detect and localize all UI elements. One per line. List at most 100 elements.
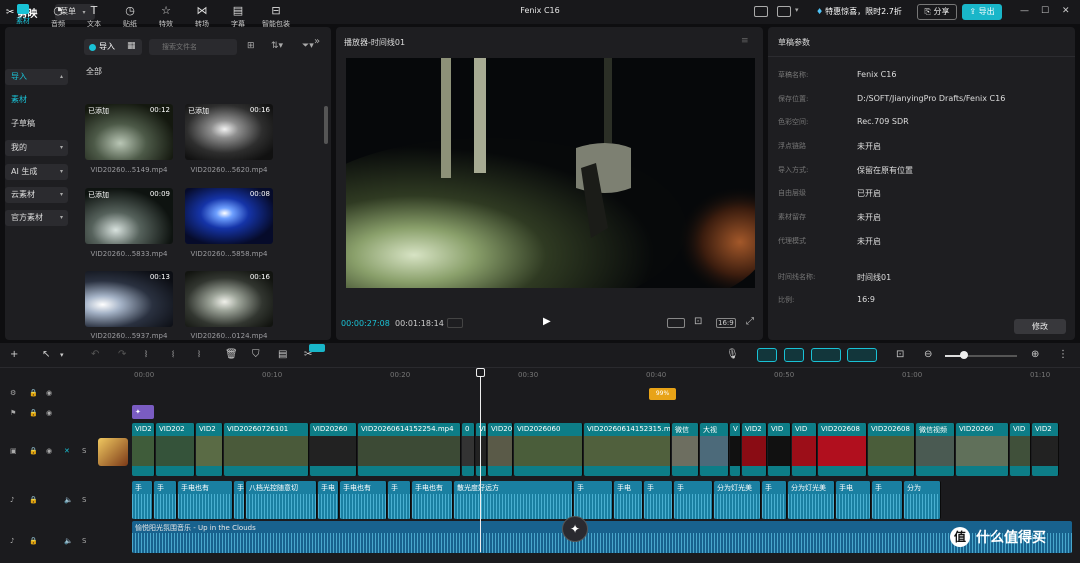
audio-clip[interactable]: 手电也有 xyxy=(340,481,387,519)
audio-clip[interactable]: 手电也有 xyxy=(178,481,233,519)
keyboard-icon[interactable] xyxy=(754,6,768,17)
audio-clip[interactable]: 分为 xyxy=(904,481,941,519)
sidebar-item-official[interactable]: 官方素材 ▾ xyxy=(5,210,68,226)
microphone-icon[interactable]: 🎙 xyxy=(726,349,739,360)
split-left-icon[interactable]: ⧙ xyxy=(172,349,174,360)
audio-clip[interactable]: 手 xyxy=(762,481,787,519)
audio-clip[interactable]: 散光度好远方 xyxy=(454,481,573,519)
video-clip[interactable]: VID2 xyxy=(196,423,223,476)
tab-audio[interactable]: ◔ 音频 xyxy=(40,4,76,29)
undo-icon[interactable]: ↶ xyxy=(91,349,99,360)
audio-clip[interactable]: 手 xyxy=(872,481,903,519)
eye-icon[interactable]: ◉ xyxy=(46,389,52,397)
video-clip[interactable]: VID202608 xyxy=(818,423,867,476)
lock-icon[interactable]: 🔒 xyxy=(29,389,38,397)
media-thumbnail[interactable]: 00:16 xyxy=(185,271,273,327)
video-clip[interactable]: V xyxy=(730,423,741,476)
audio-clip[interactable]: 手 xyxy=(674,481,713,519)
lock-icon[interactable]: 🔒 xyxy=(29,537,38,545)
audio-clip[interactable]: 手电 xyxy=(614,481,643,519)
tab-transition[interactable]: ⋈ 转场 xyxy=(184,4,220,29)
lock-icon[interactable]: 🔒 xyxy=(29,447,38,455)
lock-icon[interactable]: 🔒 xyxy=(29,496,38,504)
magnet-snap-icon[interactable] xyxy=(757,348,777,362)
select-tool-icon[interactable]: ↖ xyxy=(42,349,50,360)
sidebar-item-material[interactable]: 素材 xyxy=(5,92,68,108)
menu-lines-icon[interactable]: ≡ xyxy=(741,36,749,46)
linkage-icon[interactable] xyxy=(784,348,804,362)
search-input[interactable] xyxy=(149,39,237,55)
tab-sticker[interactable]: ◷ 贴纸 xyxy=(112,4,148,29)
video-clip[interactable]: 大视 xyxy=(700,423,729,476)
aspect-ratio-button[interactable]: 16:9 xyxy=(716,318,736,328)
audio-clip[interactable]: 手 xyxy=(644,481,673,519)
video-clip[interactable]: VID202608 xyxy=(868,423,915,476)
audio-clip[interactable]: 手 xyxy=(132,481,153,519)
sidebar-item-cloud[interactable]: 云素材 ▾ xyxy=(5,187,68,203)
sort-icon[interactable]: ⇅▾ xyxy=(271,41,283,51)
delete-icon[interactable]: 🗑 xyxy=(225,349,238,360)
capture-icon[interactable]: ⊡ xyxy=(694,316,702,327)
audio-clip[interactable]: 手 xyxy=(234,481,245,519)
solo-icon[interactable]: S xyxy=(82,447,86,455)
preview-axis-icon[interactable] xyxy=(811,348,841,362)
view-mode-icon[interactable]: ⊞ xyxy=(247,41,255,51)
promo-banner[interactable]: ♦ 特惠惊喜，限时2.7折 xyxy=(816,6,902,17)
minimize-icon[interactable]: — xyxy=(1020,6,1029,16)
sidebar-item-mine[interactable]: 我的 ▾ xyxy=(5,140,68,156)
video-preview[interactable] xyxy=(346,58,755,288)
volume-icon[interactable]: 🔈 xyxy=(64,537,73,545)
maximize-icon[interactable]: ☐ xyxy=(1041,6,1049,16)
speech-icon[interactable]: ⊡ xyxy=(896,349,904,360)
audio-clip[interactable]: 手电 xyxy=(318,481,339,519)
sticker-clip[interactable]: ✦ xyxy=(132,405,154,419)
tab-media[interactable]: 素材 xyxy=(5,4,41,26)
grid-view-icon[interactable]: ▦ xyxy=(127,41,136,51)
video-clip[interactable]: VID20 xyxy=(488,423,513,476)
share-button[interactable]: ⎘ 分享 xyxy=(917,4,957,20)
proxy-icon[interactable] xyxy=(667,318,685,328)
export-button[interactable]: ⇪ 导出 xyxy=(962,4,1002,20)
chevron-down-icon[interactable]: ▾ xyxy=(795,6,799,14)
media-thumbnail[interactable]: 已添加 00:16 xyxy=(185,104,273,160)
media-thumbnail[interactable]: 已添加 00:12 xyxy=(85,104,173,160)
video-clip[interactable]: VID xyxy=(792,423,817,476)
modify-button[interactable]: 修改 xyxy=(1014,319,1066,334)
caption-icon[interactable]: ▤ xyxy=(278,349,287,360)
video-clip[interactable]: VID2 xyxy=(1032,423,1059,476)
redo-icon[interactable]: ↷ xyxy=(118,349,126,360)
playhead-handle[interactable] xyxy=(476,368,485,377)
fullscreen-icon[interactable]: ⤢ xyxy=(746,316,754,327)
tab-smart-pack[interactable]: ⊟ 智能包装 xyxy=(256,4,296,29)
split-right-icon[interactable]: ⧘ xyxy=(198,349,200,360)
playhead[interactable] xyxy=(480,372,481,552)
audio-clip[interactable]: 分为灯光美 xyxy=(714,481,761,519)
audio-clip[interactable]: 手电也有 xyxy=(412,481,453,519)
audio-clip[interactable]: 手 xyxy=(388,481,411,519)
video-clip[interactable]: VID xyxy=(768,423,791,476)
more-options-icon[interactable]: ⋮ xyxy=(1058,349,1068,360)
video-clip[interactable]: VID xyxy=(1010,423,1031,476)
close-icon[interactable]: ✕ xyxy=(1062,6,1070,16)
audio-clip[interactable]: 手 xyxy=(574,481,613,519)
video-clip[interactable]: VID20260726101 xyxy=(224,423,309,476)
video-clip[interactable]: VID202 xyxy=(156,423,195,476)
video-clip[interactable]: VID20260 xyxy=(310,423,357,476)
filter-icon[interactable]: ⏷▾ xyxy=(302,41,314,51)
sidebar-item-subdraft[interactable]: 子草稿 xyxy=(5,116,68,132)
zoom-slider-knob[interactable] xyxy=(960,351,968,359)
volume-icon[interactable]: 🔈 xyxy=(64,496,73,504)
media-thumbnail[interactable]: 00:08 xyxy=(185,188,273,244)
sidebar-item-ai[interactable]: AI 生成 ▾ xyxy=(5,164,68,180)
music-clip[interactable]: 愉悦阳光氛围音乐 - Up in the Clouds xyxy=(132,521,1072,553)
media-scrollbar[interactable] xyxy=(324,106,328,144)
eye-icon[interactable]: ◉ xyxy=(46,409,52,417)
play-icon[interactable]: ▶ xyxy=(543,316,551,327)
audio-clip[interactable]: 分为灯光美 xyxy=(788,481,835,519)
solo-icon[interactable]: S xyxy=(82,537,86,545)
tab-effects[interactable]: ☆ 特效 xyxy=(148,4,184,29)
zoom-in-icon[interactable]: ⊕ xyxy=(1031,349,1039,360)
video-clip[interactable]: VID xyxy=(476,423,487,476)
video-clip[interactable]: 微信视频 xyxy=(916,423,955,476)
media-thumbnail[interactable]: 已添加 00:09 xyxy=(85,188,173,244)
